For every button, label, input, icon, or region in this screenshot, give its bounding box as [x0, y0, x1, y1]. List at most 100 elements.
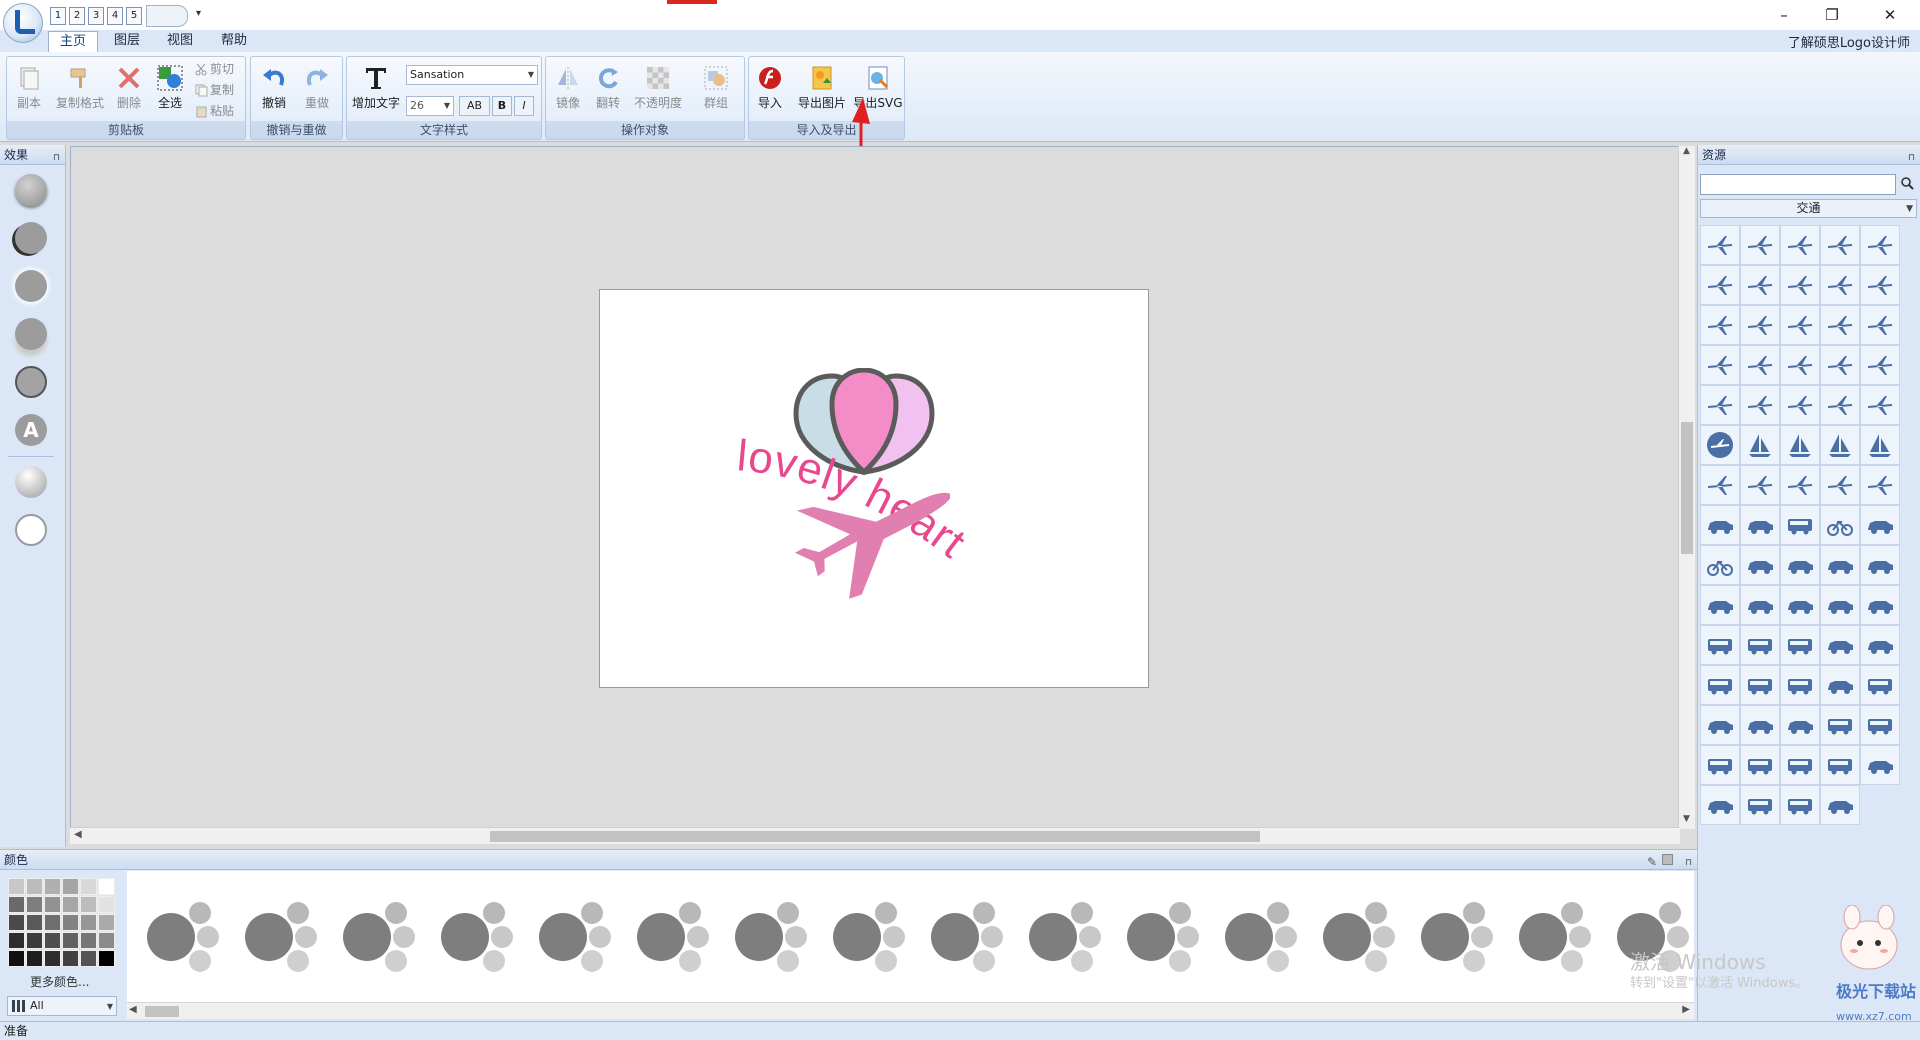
color-swatch[interactable] [62, 914, 79, 931]
resource-item[interactable] [1780, 545, 1820, 585]
resource-item[interactable] [1820, 745, 1860, 785]
resource-item[interactable] [1820, 625, 1860, 665]
pin-icon[interactable]: ⊓ [53, 148, 60, 168]
color-swatch[interactable] [26, 896, 43, 913]
color-swatch[interactable] [8, 950, 25, 967]
resource-item[interactable] [1820, 425, 1860, 465]
shadow-circle-effect[interactable] [15, 222, 47, 254]
select-all-button[interactable]: 全选 [153, 65, 187, 119]
italic-button[interactable]: I [514, 96, 534, 116]
color-swatch[interactable] [80, 950, 97, 967]
resource-item[interactable] [1740, 425, 1780, 465]
resource-item[interactable] [1700, 305, 1740, 345]
bold-button[interactable]: B [492, 96, 512, 116]
resource-item[interactable] [1780, 305, 1820, 345]
tab-layers[interactable]: 图层 [104, 31, 150, 52]
resource-item[interactable] [1780, 665, 1820, 705]
color-preview[interactable] [1662, 854, 1673, 865]
palette-item[interactable] [1419, 899, 1495, 975]
resource-item[interactable] [1740, 265, 1780, 305]
color-swatch[interactable] [8, 914, 25, 931]
resource-item[interactable] [1740, 625, 1780, 665]
color-swatch[interactable] [26, 932, 43, 949]
resource-item[interactable] [1700, 385, 1740, 425]
delete-button[interactable]: 删除 [112, 65, 146, 119]
copy-format-button[interactable]: 复制格式 [51, 65, 109, 119]
cut-button[interactable]: 剪切 [195, 59, 234, 79]
color-swatch[interactable] [44, 914, 61, 931]
resource-item[interactable] [1860, 665, 1900, 705]
resource-item[interactable] [1740, 385, 1780, 425]
horizontal-scroll-thumb[interactable] [490, 831, 1260, 842]
more-colors-button[interactable]: 更多颜色... [30, 973, 89, 990]
resource-item[interactable] [1700, 345, 1740, 385]
resource-item[interactable] [1740, 225, 1780, 265]
scroll-up-icon[interactable]: ▲ [1683, 146, 1690, 156]
palette-item[interactable] [831, 899, 907, 975]
resource-item[interactable] [1860, 305, 1900, 345]
resource-search-input[interactable] [1700, 174, 1896, 195]
color-swatch[interactable] [98, 950, 115, 967]
resource-item[interactable] [1860, 625, 1900, 665]
color-swatch[interactable] [44, 896, 61, 913]
resource-item[interactable] [1820, 705, 1860, 745]
font-size-select[interactable]: 26 ▼ [406, 96, 454, 116]
color-swatch[interactable] [98, 914, 115, 931]
app-menu-button[interactable] [3, 3, 43, 43]
resource-item[interactable] [1820, 665, 1860, 705]
export-image-button[interactable]: 导出图片 [794, 65, 850, 119]
color-swatch[interactable] [8, 896, 25, 913]
paste-button[interactable]: 粘贴 [195, 101, 234, 121]
resource-item[interactable] [1820, 585, 1860, 625]
resource-item[interactable] [1700, 665, 1740, 705]
gradient-circle-effect[interactable] [15, 466, 47, 498]
palette-item[interactable] [1027, 899, 1103, 975]
palette-item[interactable] [537, 899, 613, 975]
color-swatch[interactable] [44, 932, 61, 949]
resource-item[interactable] [1860, 705, 1900, 745]
resource-category-select[interactable]: 交通 ▼ [1700, 199, 1917, 218]
close-button[interactable]: ✕ [1870, 4, 1910, 26]
font-family-select[interactable]: Sansation ▼ [406, 65, 538, 85]
resource-item[interactable] [1820, 785, 1860, 825]
undo-button[interactable]: 撤销 [256, 65, 292, 119]
vertical-scroll-thumb[interactable] [1681, 422, 1693, 554]
quick-access-1[interactable]: 1 [50, 7, 66, 25]
color-swatch[interactable] [44, 950, 61, 967]
copy-button[interactable]: 复制 [195, 80, 234, 100]
mirror-button[interactable]: 镜像 [550, 65, 586, 119]
palette-horizontal-scrollbar[interactable]: ◀ ▶ [127, 1002, 1694, 1019]
color-swatch[interactable] [80, 932, 97, 949]
resource-item[interactable] [1740, 305, 1780, 345]
resource-item[interactable] [1700, 465, 1740, 505]
color-swatch[interactable] [26, 914, 43, 931]
scroll-right-icon[interactable]: ▶ [1682, 1004, 1690, 1015]
resource-item[interactable] [1780, 385, 1820, 425]
resource-item[interactable] [1700, 745, 1740, 785]
resource-item[interactable] [1700, 265, 1740, 305]
resource-item[interactable] [1860, 545, 1900, 585]
import-button[interactable]: 导入 [753, 65, 787, 119]
resource-item[interactable] [1740, 505, 1780, 545]
about-link[interactable]: 了解硕思Logo设计师 [1788, 32, 1910, 51]
copy-page-button[interactable]: 副本 [12, 65, 46, 119]
resource-item[interactable] [1700, 225, 1740, 265]
resource-item[interactable] [1740, 585, 1780, 625]
resource-item[interactable] [1740, 785, 1780, 825]
resource-item[interactable] [1780, 265, 1820, 305]
add-text-button[interactable]: 增加文字 [350, 65, 402, 119]
resource-item[interactable] [1700, 785, 1740, 825]
resource-item[interactable] [1820, 225, 1860, 265]
color-swatch[interactable] [98, 878, 115, 895]
color-swatch[interactable] [80, 878, 97, 895]
resource-item[interactable] [1860, 265, 1900, 305]
color-swatch[interactable] [98, 932, 115, 949]
color-swatch[interactable] [26, 950, 43, 967]
resource-item[interactable] [1700, 585, 1740, 625]
pin-icon[interactable]: ⊓ [1685, 853, 1692, 873]
resource-item[interactable] [1820, 545, 1860, 585]
group-button[interactable]: 群组 [698, 65, 734, 119]
palette-scroll-thumb[interactable] [145, 1006, 179, 1017]
palette-item[interactable] [635, 899, 711, 975]
quick-access-4[interactable]: 4 [107, 7, 123, 25]
